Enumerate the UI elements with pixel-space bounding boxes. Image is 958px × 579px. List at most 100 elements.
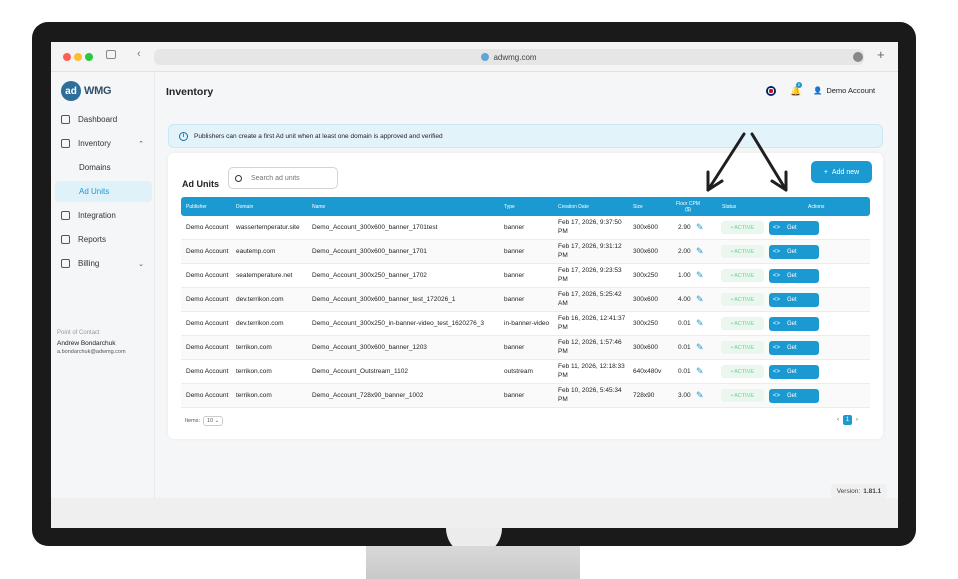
creation-date-cell: Feb 11, 2026, 12:18:33 PM (558, 363, 625, 379)
sidebar-item-label: Domains (79, 163, 111, 172)
status-badge: • ACTIVE (721, 293, 764, 306)
column-header-status[interactable]: Status (722, 197, 736, 216)
get-code-button[interactable]: <> Get (769, 341, 819, 355)
code-icon: <> (773, 369, 781, 375)
edit-cpm-icon[interactable]: ✎ (696, 391, 705, 400)
edit-cpm-icon[interactable]: ✎ (696, 247, 705, 256)
get-label: Get (787, 345, 797, 351)
column-header-name[interactable]: Name (312, 197, 325, 216)
briefcase-icon (61, 139, 70, 148)
size-cell: 728x90 (633, 391, 655, 399)
publisher-cell: Demo Account (186, 343, 229, 351)
edit-cpm-icon[interactable]: ✎ (696, 343, 705, 352)
back-arrow-icon[interactable]: ‹ (137, 48, 141, 60)
column-header-floor-cpm[interactable]: Floor CPM ($) (674, 197, 702, 216)
name-cell: Demo_Account_300x250_in-banner-video_tes… (312, 319, 485, 327)
code-icon: <> (773, 225, 781, 231)
get-code-button[interactable]: <> Get (769, 245, 819, 259)
floor-cpm-cell: 3.00 (678, 391, 691, 399)
size-cell: 300x250 (633, 271, 658, 279)
sidebar-item-billing[interactable]: Billing ⌄ (55, 253, 152, 274)
floor-cpm-cell: 4.00 (678, 295, 691, 303)
add-new-button[interactable]: + Add new (811, 161, 872, 183)
page-button[interactable]: 1 (843, 415, 852, 425)
edit-cpm-icon[interactable]: ✎ (696, 295, 705, 304)
ad-units-card: Ad Units + Add new Publisher Domain Name… (168, 153, 883, 439)
name-cell: Demo_Account_Outstream_1102 (312, 367, 408, 375)
poc-email: a.bondarchuk@adwmg.com (57, 349, 126, 355)
info-banner: i Publishers can create a first Ad unit … (168, 124, 883, 148)
status-badge: • ACTIVE (721, 317, 764, 330)
get-label: Get (787, 321, 797, 327)
minimize-window-button[interactable] (74, 53, 82, 61)
edit-cpm-icon[interactable]: ✎ (696, 271, 705, 280)
edit-cpm-icon[interactable]: ✎ (696, 223, 705, 232)
search-input[interactable] (251, 174, 331, 182)
name-cell: Demo_Account_300x600_banner_1701 (312, 247, 427, 255)
sidebar-item-integration[interactable]: Integration (55, 205, 152, 226)
size-cell: 300x600 (633, 295, 658, 303)
account-menu[interactable]: 👤 Demo Account (813, 86, 875, 95)
language-flag-icon[interactable] (766, 86, 776, 96)
get-code-button[interactable]: <> Get (769, 389, 819, 403)
get-code-button[interactable]: <> Get (769, 317, 819, 331)
table-row: Demo Account terrikon.com Demo_Account_728… (181, 384, 870, 408)
column-header-creation-date[interactable]: Creation Date (558, 197, 589, 216)
prev-page-icon[interactable]: ‹ (837, 417, 839, 423)
sidebar-item-domains[interactable]: Domains (55, 157, 152, 178)
edit-cpm-icon[interactable]: ✎ (696, 319, 705, 328)
sidebar-item-reports[interactable]: Reports (55, 229, 152, 250)
pagination: ‹ 1 › (837, 415, 858, 425)
maximize-window-button[interactable] (85, 53, 93, 61)
floor-cpm-cell: 0.01 (678, 343, 691, 351)
next-page-icon[interactable]: › (856, 417, 858, 423)
column-header-size[interactable]: Size (633, 197, 643, 216)
version-value: 1.81.1 (863, 487, 882, 495)
info-text: Publishers can create a first Ad unit wh… (194, 132, 443, 140)
screen: ‹ adwmg.com + ad WMG Dashboard Inventory… (51, 42, 898, 528)
items-per-page-select[interactable]: 10 ⌄ (202, 416, 224, 426)
sidebar-item-label: Billing (78, 259, 100, 268)
status-badge: • ACTIVE (721, 245, 764, 258)
table-row: Demo Account terrikon.com Demo_Account_Out… (181, 360, 870, 384)
table-row: Demo Account wassertemperatur.site Demo_Ac… (181, 216, 870, 240)
table-row: Demo Account terrikon.com Demo_Account_300… (181, 336, 870, 360)
domain-cell: seatemperature.net (236, 271, 293, 279)
sidebar-item-ad-units[interactable]: Ad Units (55, 181, 152, 202)
sidebar-toggle-icon[interactable] (106, 50, 116, 59)
items-label: Items: (185, 418, 200, 424)
edit-cpm-icon[interactable]: ✎ (696, 367, 705, 376)
url-text: adwmg.com (493, 52, 537, 62)
column-header-type[interactable]: Type (504, 197, 515, 216)
type-cell: in-banner-video (504, 319, 550, 327)
get-code-button[interactable]: <> Get (769, 365, 819, 379)
get-code-button[interactable]: <> Get (769, 269, 819, 283)
close-window-button[interactable] (63, 53, 71, 61)
logo[interactable]: ad WMG (61, 81, 112, 101)
sidebar-item-inventory[interactable]: Inventory ⌃ (55, 133, 152, 154)
items-per-page: Items: 10 ⌄ (185, 416, 224, 426)
size-cell: 300x250 (633, 319, 658, 327)
extensions-icon[interactable] (853, 52, 863, 62)
logo-mark: ad (61, 81, 81, 101)
get-code-button[interactable]: <> Get (769, 221, 819, 235)
column-header-publisher[interactable]: Publisher (186, 197, 207, 216)
status-badge: • ACTIVE (721, 221, 764, 234)
sidebar-item-dashboard[interactable]: Dashboard (55, 109, 152, 130)
column-header-actions: Actions (808, 203, 825, 210)
type-cell: banner (504, 223, 525, 231)
footer (51, 498, 898, 528)
table-row: Demo Account eautemp.com Demo_Account_300x… (181, 240, 870, 264)
domain-cell: wassertemperatur.site (236, 223, 300, 231)
domain-cell: terrikon.com (236, 391, 272, 399)
get-code-button[interactable]: <> Get (769, 293, 819, 307)
table-header: Publisher Domain Name Type Creation Date… (181, 197, 870, 216)
name-cell: Demo_Account_300x600_banner_test_172026_… (312, 295, 456, 303)
get-label: Get (787, 249, 797, 255)
column-header-domain[interactable]: Domain (236, 197, 253, 216)
search-box[interactable] (228, 167, 338, 189)
domain-cell: terrikon.com (236, 367, 272, 375)
new-tab-icon[interactable]: + (877, 47, 885, 62)
address-bar[interactable]: adwmg.com (154, 49, 864, 65)
add-new-label: Add new (831, 168, 860, 176)
